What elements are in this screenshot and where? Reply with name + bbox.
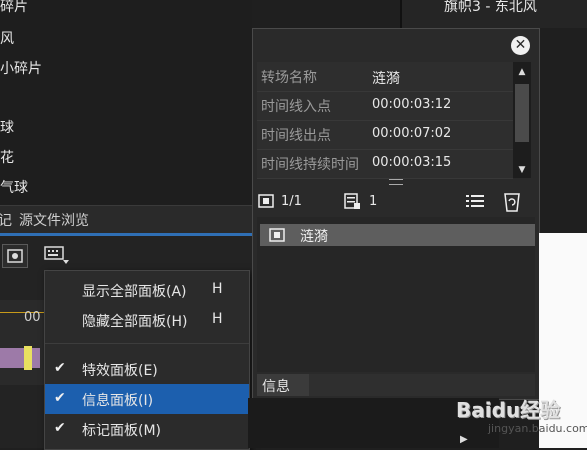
table-row: 转场名称 涟漪 (257, 62, 513, 92)
panel-context-menu: 显示全部面板(A) H 隐藏全部面板(H) H ✔ 特效面板(E) ✔ 信息面板… (44, 270, 250, 450)
list-item[interactable]: 球 (0, 117, 14, 137)
transition-icon[interactable] (257, 192, 275, 210)
property-key: 时间线入点 (261, 99, 331, 115)
clip-icon[interactable] (343, 192, 361, 210)
check-icon: ✔ (54, 420, 66, 436)
watermark-url: jingyan.baidu.com (488, 422, 587, 435)
list-item[interactable]: 小碎片 (0, 58, 42, 78)
watermark: Baidu经验 jingyan.baidu.com (448, 386, 587, 448)
menu-item-label: 显示全部面板(A) (82, 284, 187, 300)
trash-icon[interactable] (503, 192, 521, 212)
list-item[interactable]: 涟漪 (260, 224, 535, 246)
property-key: 时间线出点 (261, 128, 331, 144)
property-value: 00:00:03:15 (372, 155, 452, 170)
tab-source-browser[interactable]: 源文件浏览 (19, 210, 89, 230)
property-value: 00:00:03:12 (372, 97, 452, 112)
timeline-clip[interactable] (0, 348, 40, 368)
property-table: 转场名称 涟漪 时间线入点 00:00:03:12 时间线出点 00:00:07… (257, 62, 513, 179)
clip-count: 1 (369, 194, 378, 209)
info-toolbar: 1/1 1 (253, 189, 539, 215)
top-right-panel: 旗帜3 - 东北风 (400, 0, 587, 28)
table-row: 时间线出点 00:00:07:02 (257, 120, 513, 150)
menu-item-label: 信息面板(I) (82, 393, 154, 409)
info-panel: ✕ 转场名称 涟漪 时间线入点 00:00:03:12 时间线出点 00:00:… (252, 28, 540, 400)
tab-label: 信息 (262, 379, 290, 395)
property-value: 涟漪 (372, 71, 400, 87)
close-icon[interactable]: ✕ (511, 36, 530, 55)
menu-item-shortcut: H (212, 311, 223, 327)
menu-item-markers-panel[interactable]: ✔ 标记面板(M) (45, 414, 249, 444)
clip-title[interactable]: 旗帜3 - 东北风 (444, 0, 537, 16)
menu-divider (45, 343, 249, 344)
menu-item-effects-panel[interactable]: ✔ 特效面板(E) (45, 354, 249, 384)
scroll-thumb[interactable] (515, 84, 529, 142)
menu-item-shortcut: H (212, 281, 223, 297)
check-icon: ✔ (54, 360, 66, 376)
list-item[interactable]: 碎片 (0, 0, 28, 16)
timeline-fragment: 00 (0, 300, 44, 385)
list-item[interactable]: 风 (0, 28, 14, 48)
scroll-down-icon[interactable]: ▼ (513, 162, 531, 178)
playhead-marker[interactable] (24, 346, 32, 370)
transition-tool-icon[interactable] (2, 244, 28, 268)
menu-item-info-panel[interactable]: ✔ 信息面板(I) (45, 384, 249, 414)
list-view-icon[interactable] (465, 192, 484, 210)
table-row: 时间线入点 00:00:03:12 (257, 91, 513, 121)
panel-tabbar: 记 源文件浏览 (0, 205, 252, 233)
check-icon: ✔ (54, 390, 66, 406)
tab-info[interactable]: 信息 (257, 374, 309, 396)
property-key: 转场名称 (261, 70, 317, 86)
menu-item-hide-all-panels[interactable]: 隐藏全部面板(H) H (45, 305, 249, 335)
scroll-up-icon[interactable]: ▲ (513, 64, 531, 80)
transition-list: 涟漪 (257, 217, 535, 372)
transition-icon (268, 226, 286, 244)
tab-markers[interactable]: 记 (0, 210, 12, 230)
menu-item-label: 特效面板(E) (82, 363, 158, 379)
menu-item-label: 标记面板(M) (82, 423, 162, 439)
list-item-label: 涟漪 (300, 229, 328, 245)
list-item[interactable]: 气球 (0, 177, 28, 197)
property-value: 00:00:07:02 (372, 126, 452, 141)
panel-divider (400, 0, 402, 28)
property-scrollbar[interactable]: ▲ ▼ (513, 62, 531, 178)
keyboard-menu-icon[interactable] (44, 244, 70, 266)
timecode-label: 00 (24, 310, 41, 325)
resize-handle[interactable] (389, 179, 403, 185)
list-item[interactable]: 花 (0, 147, 14, 167)
watermark-logo: Baidu经验 (456, 398, 561, 422)
transition-count: 1/1 (281, 194, 302, 209)
left-resource-list: 碎片 风 小碎片 球 花 气球 (0, 0, 252, 205)
table-row: 时间线持续时间 00:00:03:15 (257, 149, 513, 179)
property-key: 时间线持续时间 (261, 157, 359, 173)
menu-item-show-all-panels[interactable]: 显示全部面板(A) H (45, 275, 249, 305)
menu-item-label: 隐藏全部面板(H) (82, 314, 188, 330)
